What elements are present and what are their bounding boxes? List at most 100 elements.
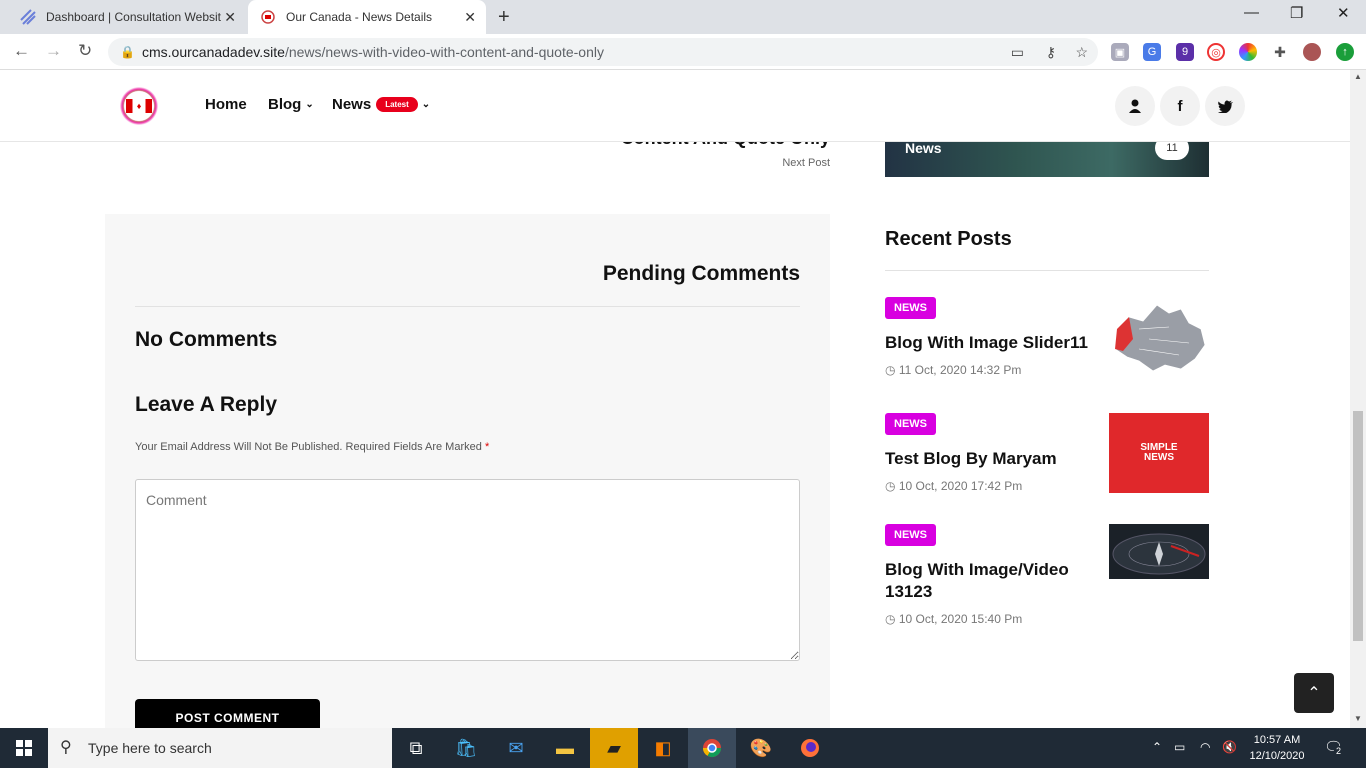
tab-dashboard[interactable]: Dashboard | Consultation Websit ✕ [8,0,246,34]
site-header: ♦ Home Blog ⌄ News Latest ⌄ f [0,70,1350,142]
mail-icon[interactable]: ✉ [492,728,540,768]
divider [135,306,800,307]
nav-blog[interactable]: Blog ⌄ [268,96,314,113]
extensions-puzzle-icon[interactable]: ✚ [1271,43,1289,61]
compass-thumbnail[interactable] [1109,524,1209,579]
nav-label: Blog [268,96,302,113]
divider [885,270,1209,271]
profile-avatar[interactable] [1303,43,1321,61]
forward-icon[interactable]: → [45,41,62,61]
notification-count: 2 [1334,746,1344,756]
pdf-app-icon[interactable]: ◧ [639,728,687,768]
translate-icon[interactable]: G [1143,43,1161,61]
start-button[interactable] [0,728,48,768]
clock-icon: ◷ [885,363,896,377]
extension-photo-icon[interactable]: ▣ [1111,43,1129,61]
post-title[interactable]: Blog With Image/Video 13123 [885,559,1095,603]
tab-strip: Dashboard | Consultation Websit ✕ Our Ca… [0,0,1366,34]
search-icon: ⚲ [60,739,72,756]
volume-mute-icon[interactable]: 🔇 [1222,740,1237,754]
close-window-icon[interactable]: ✕ [1337,4,1350,22]
minimize-icon[interactable]: — [1244,4,1259,21]
post-date-text: 11 Oct, 2020 14:32 Pm [898,363,1022,377]
canada-map-thumbnail[interactable] [1109,299,1209,383]
site-logo[interactable]: ♦ [113,80,165,132]
user-icon [1129,99,1141,113]
extension-badge-icon[interactable]: 9 [1176,43,1194,61]
canada-favicon-icon [260,9,276,25]
comments-section: Pending Comments No Comments Leave A Rep… [105,214,830,744]
close-tab-icon[interactable]: ✕ [464,9,476,26]
simple-news-thumbnail[interactable]: SIMPLE NEWS [1109,413,1209,493]
nav-home[interactable]: Home [205,96,247,113]
windows-taskbar: ⚲ Type here to search ⧉ 🛍 ✉ ▬ ▰ ◧ 🎨 ⌃ ▭ … [0,728,1366,768]
new-tab-icon[interactable]: + [498,6,510,29]
post-title[interactable]: Blog With Image Slider11 [885,332,1095,354]
facebook-button[interactable]: f [1160,86,1200,126]
url-host: cms.ourcanadadev.site [142,44,285,60]
bookmark-star-icon[interactable]: ☆ [1075,38,1088,66]
tray-chevron-up-icon[interactable]: ⌃ [1152,740,1162,754]
clock-icon: ◷ [885,612,896,626]
store-icon[interactable]: 🛍 [442,728,490,768]
chevron-down-icon: ⌄ [305,99,314,110]
firefox-icon[interactable] [786,728,834,768]
notice-text: Your Email Address Will Not Be Published… [135,441,482,453]
tab-title: Our Canada - News Details [286,10,433,24]
comment-textarea[interactable] [135,479,800,661]
color-picker-icon[interactable] [1239,43,1257,61]
required-asterisk: * [484,441,490,453]
user-account-button[interactable] [1115,86,1155,126]
post-date-text: 10 Oct, 2020 15:40 Pm [898,612,1023,626]
post-date: ◷ 11 Oct, 2020 14:32 Pm [885,363,1021,377]
scrollbar-thumb[interactable] [1353,411,1363,641]
file-explorer-icon[interactable]: ▬ [541,728,589,768]
twitter-icon [1217,100,1233,113]
close-tab-icon[interactable]: ✕ [224,9,236,26]
required-fields-notice: Your Email Address Will Not Be Published… [135,441,489,453]
url-bar[interactable]: 🔒 cms.ourcanadadev.site/news/news-with-v… [108,38,1098,66]
system-clock[interactable]: 10:57 AM 12/10/2020 [1245,732,1309,764]
reload-icon[interactable]: ↻ [78,41,92,61]
cast-icon[interactable]: ▭ [1011,38,1024,66]
taskbar-search[interactable]: ⚲ Type here to search [48,728,392,768]
wifi-icon[interactable]: ◠ [1200,740,1210,754]
leave-reply-heading: Leave A Reply [135,393,278,416]
post-date: ◷ 10 Oct, 2020 15:40 Pm [885,612,1022,626]
post-title[interactable]: Test Blog By Maryam [885,448,1095,470]
paint-app-icon[interactable]: 🎨 [737,728,785,768]
search-placeholder: Type here to search [88,740,212,756]
no-comments-heading: No Comments [135,328,278,351]
sticky-notes-icon[interactable]: ▰ [590,728,638,768]
recent-post-item[interactable]: NEWS Blog With Image/Video 13123 ◷ 10 Oc… [885,524,1209,626]
back-icon[interactable]: ← [13,41,30,61]
post-tag[interactable]: NEWS [885,297,936,319]
recent-post-item[interactable]: NEWS Blog With Image Slider11 ◷ 11 Oct, … [885,297,1209,377]
next-post-label[interactable]: Next Post [700,157,830,169]
clock-icon: ◷ [885,479,896,493]
scroll-up-arrow-icon[interactable]: ▲ [1354,72,1362,81]
lock-icon: 🔒 [120,45,135,59]
post-date: ◷ 10 Oct, 2020 17:42 Pm [885,479,1022,493]
post-tag[interactable]: NEWS [885,413,936,435]
nav-news[interactable]: News Latest ⌄ [332,96,430,113]
update-icon[interactable]: ↑ [1336,43,1354,61]
battery-icon[interactable]: ▭ [1174,740,1185,754]
dashboard-favicon-icon [20,9,36,25]
scroll-to-top-button[interactable]: ⌃ [1294,673,1334,713]
nav-label: Home [205,96,247,113]
notifications-icon[interactable]: 🗨2 [1324,738,1343,756]
recent-post-item[interactable]: NEWS Test Blog By Maryam ◷ 10 Oct, 2020 … [885,413,1209,493]
post-tag[interactable]: NEWS [885,524,936,546]
key-icon[interactable]: ⚷ [1046,38,1056,66]
page-scrollbar[interactable]: ▲ ▼ [1350,70,1366,728]
chevron-down-icon: ⌄ [421,99,431,110]
restore-icon[interactable]: ❐ [1290,4,1303,22]
tab-our-canada[interactable]: Our Canada - News Details ✕ [248,0,486,34]
extension-lastpass-icon[interactable]: ◎ [1207,43,1225,61]
chrome-icon[interactable] [688,728,736,768]
twitter-button[interactable] [1205,86,1245,126]
scroll-down-arrow-icon[interactable]: ▼ [1354,714,1362,723]
task-view-icon[interactable]: ⧉ [392,728,440,768]
chevron-up-icon: ⌃ [1307,685,1321,702]
